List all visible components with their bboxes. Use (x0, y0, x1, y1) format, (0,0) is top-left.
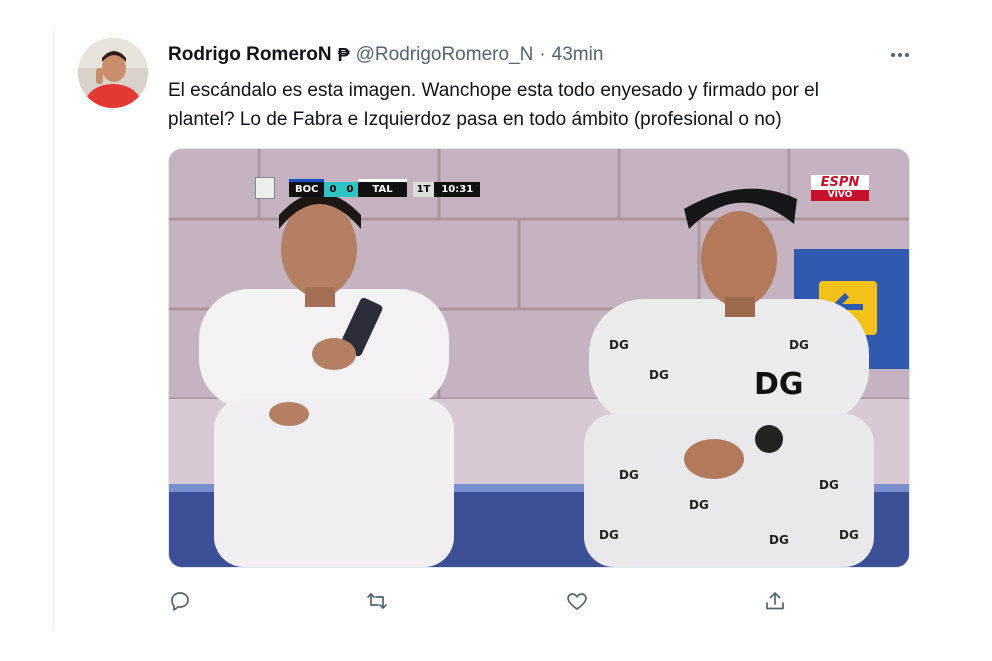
scorebug-home-score: 0 (324, 181, 342, 197)
display-name[interactable]: Rodrigo RomeroN (168, 44, 332, 66)
tweet-actions (168, 585, 908, 617)
scorebug: BOC 0 0 TAL 1T 10:31 (255, 176, 481, 199)
scorebug-league-icon (255, 176, 275, 199)
scorebug-home: BOC (289, 178, 325, 197)
timestamp[interactable]: 43min (552, 44, 604, 66)
share-icon (766, 592, 784, 610)
tweet-header: Rodrigo RomeroN ₱ @RodrigoRomero_N · 43m… (168, 43, 914, 67)
tweet-media-image[interactable]: DG DG DG DG DG DG DG DG DG DG BOC 0 0 TAL 1T 1… (168, 148, 910, 568)
svg-text:DG: DG (619, 468, 639, 482)
svg-text:DG: DG (649, 368, 669, 382)
svg-text:DG: DG (599, 528, 619, 542)
heart-icon (567, 593, 587, 610)
scorebug-away-score: 0 (341, 181, 359, 197)
share-button[interactable] (759, 585, 791, 617)
scorebug-period: 1T (412, 181, 435, 197)
reply-icon (171, 592, 189, 611)
svg-text:DG: DG (789, 338, 809, 352)
svg-text:DG: DG (609, 338, 629, 352)
more-options-icon[interactable] (886, 43, 914, 67)
svg-text:DG: DG (839, 528, 859, 542)
retweet-button[interactable] (361, 585, 393, 617)
svg-text:DG: DG (819, 478, 839, 492)
user-handle[interactable]: @RodrigoRomero_N (356, 44, 534, 66)
tweet-text: El escándalo es esta imagen. Wanchope es… (168, 80, 819, 130)
badge-icon: ₱ (337, 44, 350, 65)
svg-text:DG: DG (769, 533, 789, 547)
separator: · (539, 44, 546, 65)
tweet: Rodrigo RomeroN ₱ @RodrigoRomero_N · 43m… (54, 30, 934, 630)
scorebug-away: TAL (358, 178, 407, 197)
retweet-icon (367, 593, 387, 609)
avatar[interactable] (78, 38, 148, 108)
scorebug-clock: 10:31 (434, 181, 481, 197)
reply-button[interactable] (164, 585, 196, 617)
svg-text:DG: DG (689, 498, 709, 512)
like-button[interactable] (561, 585, 593, 617)
network-logo: ESPN VIVO (811, 175, 869, 201)
svg-text:DG: DG (754, 367, 804, 402)
